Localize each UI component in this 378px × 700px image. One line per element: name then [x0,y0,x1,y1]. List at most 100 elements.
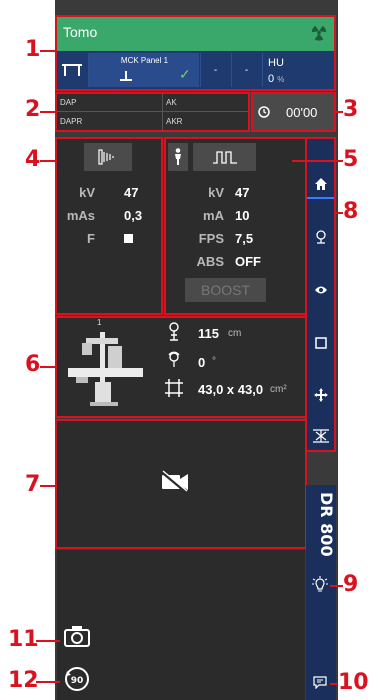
focus-label: F [87,231,95,246]
callout-1: 1 [25,37,41,62]
system-name: DR 800 [317,492,336,557]
view-tab[interactable] [307,276,334,304]
angle-unit: ° [212,356,216,367]
akr-label: AKR [166,117,183,126]
fluoro-kv-value[interactable]: 47 [235,185,249,200]
detector-ok-icon: ✓ [179,66,191,82]
callout-8: 8 [343,199,359,224]
camera-icon [64,626,90,647]
sid-value[interactable]: 115 [198,326,219,341]
xray-system-icon[interactable] [62,328,147,408]
patient-head-icon [315,230,326,244]
rotate-90-icon: 90 [65,667,89,691]
square-icon [314,337,327,349]
callout-5: 5 [343,147,359,172]
dose-row-top [57,94,248,112]
slot-a[interactable]: - [200,53,230,87]
callout-4: 4 [25,147,41,172]
dap-label: DAP [60,98,77,107]
focus-square-icon[interactable] [124,234,133,243]
slot-a-value: - [213,65,218,76]
radiation-icon [311,25,327,41]
callout-7: 7 [25,472,41,497]
ak-label: AK [166,98,177,107]
radiography-panel: kV 47 mAs 0,3 F [57,139,161,313]
dose-divider [162,94,163,130]
kv-value[interactable]: 47 [124,185,138,200]
patient-position-tab[interactable] [307,223,334,251]
sid-icon [169,322,179,341]
angle-value[interactable]: 0 [198,355,205,370]
angle-icon [168,351,180,367]
mas-value[interactable]: 0,3 [124,208,142,223]
page-title: Tomo [63,24,98,40]
table-button[interactable] [57,53,87,87]
callout-1-line [40,50,56,52]
tube-button[interactable] [84,143,132,171]
sid-unit: cm [228,328,242,339]
collimation-tab[interactable] [307,329,334,357]
callout-2-line [40,111,56,113]
xray-burst-icon [312,429,329,443]
timer-panel[interactable]: 00'00 [253,94,334,130]
abs-label: ABS [196,254,224,269]
pulse-icon [212,151,237,164]
tube-icon [98,149,114,165]
callout-10-line [330,683,338,685]
ma-label: mA [203,208,224,223]
callout-9-line [330,585,343,587]
hu-value: 0 [268,73,275,85]
abs-value[interactable]: OFF [235,254,261,269]
ma-value[interactable]: 10 [235,208,249,223]
home-icon [314,178,327,190]
scatter-tab[interactable] [307,422,334,450]
slot-b[interactable]: - [231,53,261,87]
callout-2: 2 [25,97,41,122]
field-unit: cm² [270,384,287,395]
mas-label: mAs [66,208,95,223]
timer-value: 00'00 [286,105,318,120]
header-bar: Tomo [57,17,334,51]
lower-empty-area [57,550,305,700]
geometry-panel: 1 115 cm 0 ° 43,0 x 43,0 cm² [57,318,305,416]
rotate-90-button[interactable]: 90 [64,666,92,694]
callout-12: 12 [8,668,39,693]
callout-9: 9 [343,572,359,597]
callout-6-line [40,366,56,368]
snapshot-button[interactable] [63,624,93,650]
callout-5-line [292,160,343,162]
message-icon[interactable] [313,676,327,689]
position-index: 1 [97,318,102,327]
home-tab[interactable] [307,171,334,199]
dapr-label: DAPR [60,117,83,126]
detector-icon [120,71,132,81]
callout-7-line [40,485,56,487]
pulse-mode-button[interactable] [193,143,256,171]
callout-4-line [40,160,56,162]
dose-panel: DAP AK DAPR AKR [57,94,248,130]
fps-value[interactable]: 7,5 [235,231,253,246]
svg-text:90: 90 [71,676,84,686]
field-value[interactable]: 43,0 x 43,0 [198,382,263,397]
camera-off-icon [161,470,188,494]
mode-sidebar [307,139,334,450]
slot-b-value: - [244,65,249,76]
callout-6: 6 [25,352,41,377]
detector-selector[interactable]: MCK Panel 1 ✓ [88,53,199,87]
callout-3: 3 [343,97,359,122]
kv-label: kV [79,185,95,200]
callout-8-line [335,212,343,214]
person-icon [175,148,181,165]
patient-button[interactable] [168,143,188,171]
move-tab[interactable] [307,381,334,409]
hu-label: HU [268,57,284,69]
light-bulb-icon[interactable] [312,576,328,594]
table-icon [62,64,82,76]
callout-11-line [36,640,60,642]
fps-label: FPS [198,231,224,246]
fluoro-panel: kV 47 mA 10 FPS 7,5 ABS OFF BOOST [166,139,305,313]
boost-button[interactable]: BOOST [185,278,266,302]
callout-12-line [36,681,60,683]
callout-11: 11 [8,627,39,652]
callout-3-line [335,111,343,113]
